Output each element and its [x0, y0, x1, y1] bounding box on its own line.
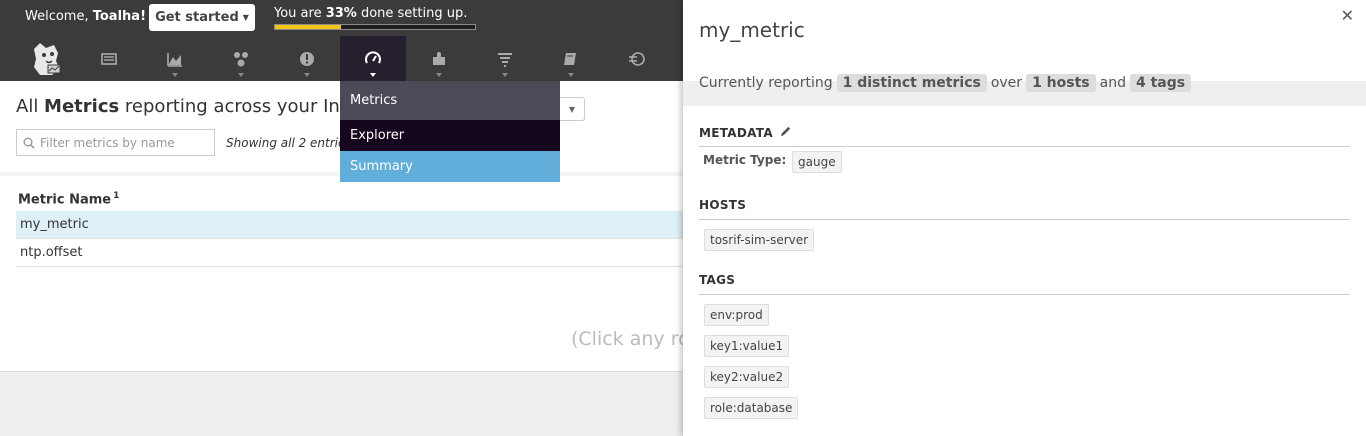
- section-divider: [699, 146, 1350, 147]
- page-footer: [0, 371, 683, 436]
- tags-count-badge: 4 tags: [1129, 74, 1192, 92]
- reporting-over: over: [990, 75, 1023, 91]
- menu-item-summary[interactable]: Summary: [340, 151, 560, 182]
- table-row[interactable]: ntp.offset: [16, 239, 683, 267]
- distinct-metrics-badge: 1 distinct metrics: [836, 74, 987, 92]
- metric-name-cell: my_metric: [20, 217, 89, 232]
- metadata-heading-label: METADATA: [699, 126, 773, 140]
- progress-prefix: You are: [274, 6, 326, 21]
- welcome-prefix: Welcome,: [25, 9, 93, 24]
- host-tag[interactable]: tosrif-sim-server: [704, 229, 815, 251]
- nav-monitors-caret-icon: [304, 73, 310, 77]
- page-title: All Metrics reporting across your Infra: [16, 96, 365, 117]
- filter-metrics-field[interactable]: [16, 129, 215, 156]
- table-row[interactable]: my_metric: [16, 211, 683, 239]
- nav-metrics-icon[interactable]: [340, 36, 406, 81]
- get-started-button[interactable]: Get started ▼: [149, 4, 255, 31]
- metric-type-label: Metric Type:: [703, 153, 787, 167]
- hosts-count-badge: 1 hosts: [1026, 74, 1096, 92]
- nav-metrics-caret-icon: [370, 73, 376, 77]
- metric-name-cell: ntp.offset: [20, 245, 83, 260]
- metric-name-column-header[interactable]: Metric Name 1: [18, 191, 119, 207]
- progress-suffix: done setting up.: [356, 6, 468, 21]
- nav-integrations-icon[interactable]: [406, 36, 472, 81]
- nav-infrastructure-icon[interactable]: [208, 36, 274, 81]
- showing-entries-text: Showing all 2 entrie: [226, 136, 346, 150]
- metric-detail-panel: my_metric ✕ Currently reporting 1 distin…: [683, 0, 1366, 436]
- datadog-logo-icon[interactable]: [26, 39, 66, 79]
- nav-apm-icon[interactable]: [604, 36, 670, 81]
- reporting-and: and: [1099, 75, 1126, 91]
- page-title-prefix: All: [16, 96, 45, 117]
- tag-chip[interactable]: key2:value2: [704, 366, 790, 388]
- tags-heading: TAGS: [699, 273, 736, 287]
- nav-notebooks-caret-icon: [568, 73, 574, 77]
- section-divider: [699, 294, 1350, 295]
- column-header-label: Metric Name: [18, 192, 112, 208]
- metrics-dropdown-menu: Metrics Explorer Summary: [340, 81, 560, 182]
- nav-events-icon[interactable]: [76, 36, 142, 81]
- nav-logs-caret-icon: [502, 73, 508, 77]
- setup-progress-fill: [275, 25, 341, 29]
- progress-percent: 33%: [325, 6, 357, 21]
- nav-logs-icon[interactable]: [472, 36, 538, 81]
- sort-indicator: 1: [113, 191, 120, 201]
- nav-monitors-icon[interactable]: [274, 36, 340, 81]
- get-started-label: Get started: [155, 10, 239, 25]
- reporting-prefix: Currently reporting: [699, 75, 833, 91]
- metric-type-value: gauge: [792, 151, 842, 173]
- tag-chip[interactable]: key1:value1: [704, 335, 790, 357]
- nav-integrations-caret-icon: [436, 73, 442, 77]
- tag-chip[interactable]: role:database: [704, 397, 799, 419]
- filter-metrics-input[interactable]: [40, 135, 200, 150]
- nav-dashboards-icon[interactable]: [142, 36, 208, 81]
- hosts-heading: HOSTS: [699, 198, 747, 212]
- search-icon: [23, 137, 35, 149]
- menu-item-explorer[interactable]: Explorer: [340, 120, 560, 151]
- caret-down-icon: ▼: [568, 104, 576, 114]
- welcome-message: Welcome, Toalha!: [25, 9, 146, 24]
- page-title-bold: Metrics: [44, 96, 120, 117]
- user-greeting-name: Toalha!: [92, 9, 146, 24]
- nav-infrastructure-caret-icon: [238, 73, 244, 77]
- close-icon[interactable]: ✕: [1341, 6, 1354, 25]
- reporting-summary: Currently reporting 1 distinct metrics o…: [699, 74, 1192, 92]
- nav-notebooks-icon[interactable]: [538, 36, 604, 81]
- section-divider: [699, 219, 1350, 220]
- setup-progress-bar: [274, 24, 476, 30]
- page-title-suffix: reporting across your Infra: [119, 96, 365, 117]
- metadata-heading: METADATA: [699, 125, 792, 141]
- caret-down-icon: ▼: [242, 13, 249, 22]
- dropdown-header: Metrics: [340, 81, 560, 120]
- tag-chip[interactable]: env:prod: [704, 304, 769, 326]
- pencil-icon[interactable]: [779, 125, 792, 141]
- panel-title: my_metric: [699, 18, 805, 42]
- setup-progress-text: You are 33% done setting up.: [274, 6, 467, 21]
- scope-select-toggle[interactable]: ▼: [560, 97, 585, 121]
- nav-dashboards-caret-icon: [172, 73, 178, 77]
